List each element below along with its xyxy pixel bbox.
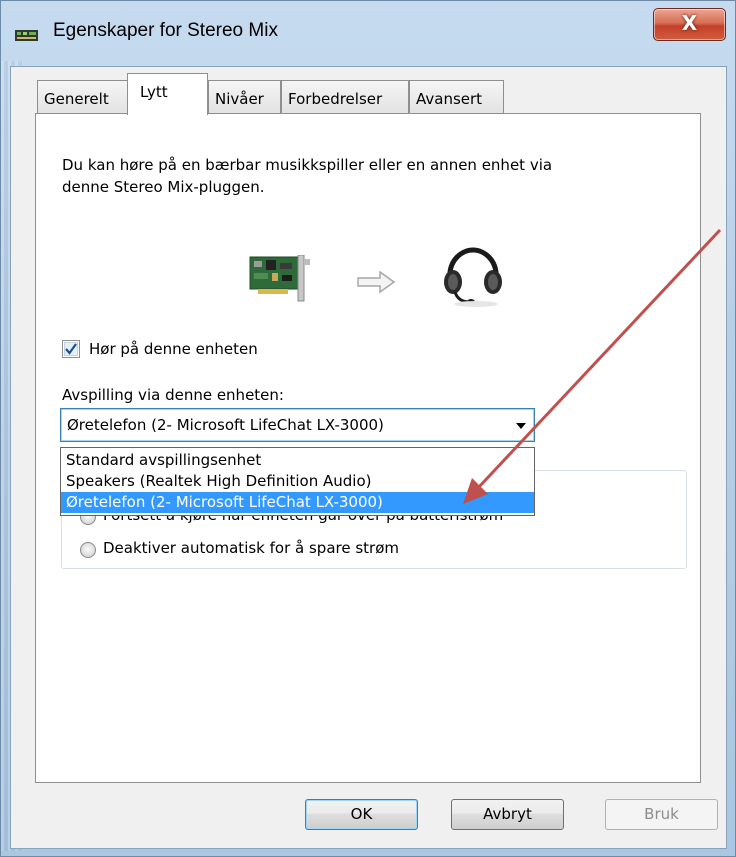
listen-description: Du kan høre på en bærbar musikkspiller e… <box>62 154 682 198</box>
tab-label: Avansert <box>416 90 483 108</box>
selected-device: Øretelefon (2- Microsoft LifeChat LX-300… <box>67 416 384 434</box>
tab-label: Nivåer <box>215 90 264 108</box>
tab-nivaer[interactable]: Nivåer <box>208 80 281 114</box>
arrow-right-icon <box>357 270 396 294</box>
cancel-button[interactable]: Avbryt <box>451 799 564 830</box>
tab-lytt[interactable]: Lytt <box>127 73 208 115</box>
description-line: denne Stereo Mix-pluggen. <box>62 178 265 196</box>
tab-label: Generelt <box>44 90 109 108</box>
tab-forbedrelser[interactable]: Forbedrelser <box>281 80 409 114</box>
playback-device-select[interactable]: Øretelefon (2- Microsoft LifeChat LX-300… <box>60 408 535 442</box>
close-button[interactable]: X <box>653 8 726 41</box>
sound-card-icon <box>249 255 310 302</box>
description-line: Du kan høre på en bærbar musikkspiller e… <box>62 156 553 174</box>
chevron-down-icon[interactable] <box>516 423 526 429</box>
close-icon: X <box>681 11 698 35</box>
tab-generelt[interactable]: Generelt <box>37 80 129 114</box>
power-option-label[interactable]: Deaktiver automatisk for å spare strøm <box>103 539 399 557</box>
headset-icon <box>444 247 502 307</box>
ok-button[interactable]: OK <box>305 799 418 830</box>
dropdown-option[interactable]: Speakers (Realtek High Definition Audio) <box>61 471 534 492</box>
tab-avansert[interactable]: Avansert <box>409 80 504 114</box>
tab-label: Forbedrelser <box>288 90 383 108</box>
dropdown-option-selected[interactable]: Øretelefon (2- Microsoft LifeChat LX-300… <box>61 492 534 513</box>
speaker-window-icon <box>15 30 38 41</box>
apply-button[interactable]: Bruk <box>605 799 718 830</box>
listen-checkbox-label[interactable]: Hør på denne enheten <box>89 340 258 358</box>
power-option-radio[interactable] <box>80 542 96 558</box>
playback-device-label: Avspilling via denne enheten: <box>62 386 284 404</box>
window-title: Egenskaper for Stereo Mix <box>53 20 278 41</box>
tab-label: Lytt <box>140 83 168 101</box>
listen-checkbox[interactable] <box>62 340 80 358</box>
playback-device-dropdown-list: Standard avspillingsenhet Speakers (Real… <box>60 447 535 516</box>
dropdown-option[interactable]: Standard avspillingsenhet <box>61 450 534 471</box>
title-bar[interactable]: Egenskaper for Stereo Mix X <box>1 1 735 65</box>
